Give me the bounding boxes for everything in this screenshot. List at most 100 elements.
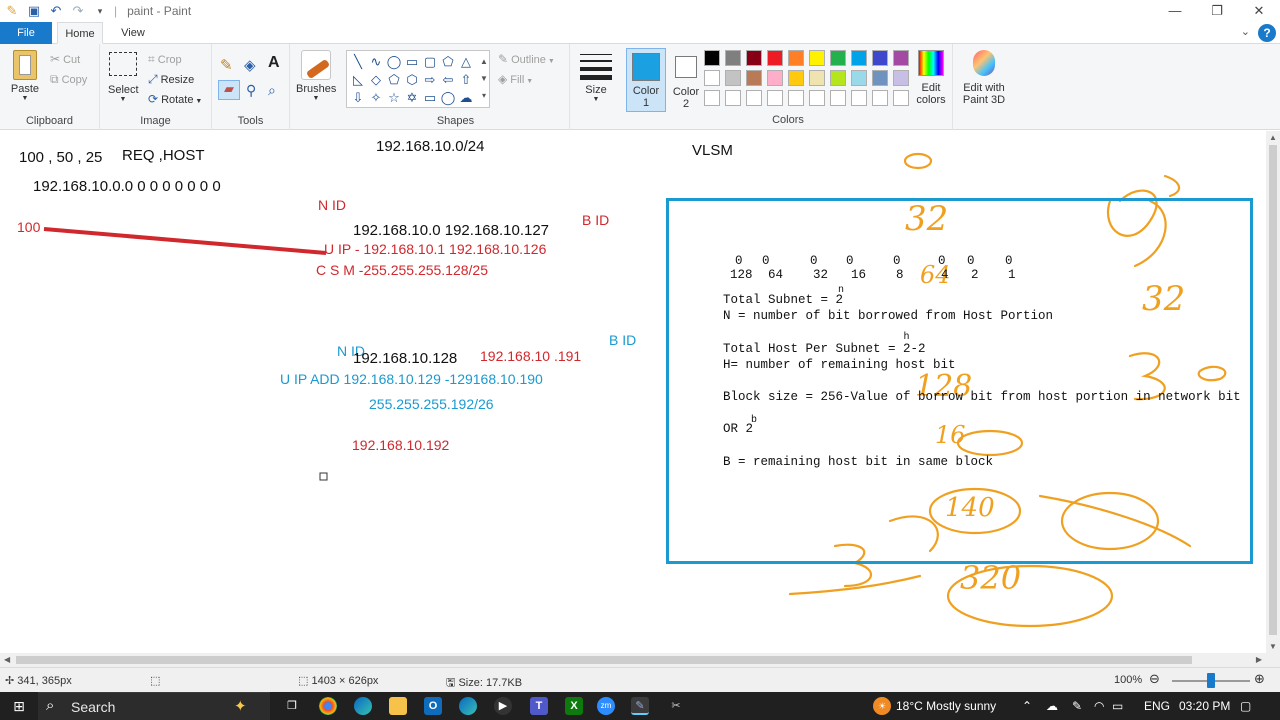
hexagon-shape-icon[interactable]: ⬡	[403, 71, 421, 88]
color-swatch[interactable]	[704, 90, 720, 106]
show-hidden-icons-icon[interactable]: ⌃	[1022, 699, 1032, 713]
color-swatch[interactable]	[830, 70, 846, 86]
color-swatch[interactable]	[725, 50, 741, 66]
resize-button[interactable]: ⤢ Resize	[148, 72, 194, 87]
weather-text[interactable]: 18°C Mostly sunny	[896, 699, 996, 713]
cut-button[interactable]: ✂ Cut	[50, 52, 80, 66]
excel-icon[interactable]: X	[565, 697, 583, 715]
color-swatch[interactable]	[788, 50, 804, 66]
color-swatch[interactable]	[809, 90, 825, 106]
size-button[interactable]: Size ▼	[578, 50, 614, 103]
edit-colors-button[interactable]: Edit colors	[912, 50, 950, 106]
crop-button[interactable]: ⌗ Crop	[148, 52, 182, 67]
color-swatch[interactable]	[767, 70, 783, 86]
rotate-button[interactable]: ⟳ Rotate ▼	[148, 92, 202, 106]
tab-file[interactable]: File	[0, 22, 52, 44]
save-icon[interactable]: ▣	[26, 3, 42, 19]
battery-icon[interactable]: ▭	[1112, 699, 1123, 713]
selection-handle[interactable]	[319, 472, 328, 481]
rectangle-shape-icon[interactable]: ▭	[403, 53, 421, 70]
down-arrow-shape-icon[interactable]: ⇩	[349, 89, 367, 106]
color-swatch[interactable]	[767, 90, 783, 106]
four-point-star-shape-icon[interactable]: ✧	[367, 89, 385, 106]
text-tool-icon[interactable]: A	[268, 54, 280, 72]
polygon-shape-icon[interactable]: ⬠	[439, 53, 457, 70]
fill-button[interactable]: ◈ Fill ▼	[498, 72, 533, 86]
fill-bucket-icon[interactable]: ◈	[244, 56, 256, 74]
magnifier-icon[interactable]: ⌕	[268, 82, 276, 99]
customize-toolbar-icon[interactable]: ▾	[92, 3, 108, 19]
rounded-rectangle-shape-icon[interactable]: ▢	[421, 53, 439, 70]
vertical-scrollbar[interactable]: ▲ ▼	[1266, 131, 1280, 653]
windows-start-icon[interactable]: ⊞	[10, 697, 28, 715]
snipping-tool-icon[interactable]: ✂	[667, 697, 685, 715]
six-point-star-shape-icon[interactable]: ✡	[403, 89, 421, 106]
scroll-left-arrow-icon[interactable]: ◀	[4, 653, 10, 667]
color-swatch[interactable]	[851, 70, 867, 86]
color-swatch[interactable]	[809, 70, 825, 86]
clock-time[interactable]: 03:20 PM	[1179, 699, 1230, 713]
chrome-icon[interactable]	[319, 697, 337, 715]
color-swatch[interactable]	[893, 90, 909, 106]
wifi-icon[interactable]: ◠	[1094, 699, 1104, 713]
color-swatch[interactable]	[767, 50, 783, 66]
color-swatch[interactable]	[893, 50, 909, 66]
curve-shape-icon[interactable]: ∿	[367, 53, 385, 70]
color-swatch[interactable]	[725, 70, 741, 86]
color-swatch[interactable]	[788, 90, 804, 106]
right-arrow-shape-icon[interactable]: ⇨	[421, 71, 439, 88]
tab-view[interactable]: View	[110, 22, 156, 44]
redo-icon[interactable]: ↷	[70, 3, 86, 19]
scroll-right-arrow-icon[interactable]: ▶	[1256, 653, 1262, 667]
notification-icon[interactable]: ▢	[1240, 699, 1251, 713]
maximize-button[interactable]: ❐	[1196, 0, 1238, 22]
line-shape-icon[interactable]: ╲	[349, 53, 367, 70]
left-arrow-shape-icon[interactable]: ⇦	[439, 71, 457, 88]
cloud-icon[interactable]: ☁	[1046, 699, 1058, 713]
chevron-down-icon[interactable]: ⌄	[1241, 25, 1250, 38]
color-swatch[interactable]	[746, 70, 762, 86]
help-icon[interactable]: ?	[1258, 24, 1276, 42]
pentagon-shape-icon[interactable]: ⬠	[385, 71, 403, 88]
color-swatch[interactable]	[746, 90, 762, 106]
media-player-icon[interactable]: ▶	[494, 697, 512, 715]
outlook-icon[interactable]: O	[424, 697, 442, 715]
color-swatch[interactable]	[809, 50, 825, 66]
right-triangle-shape-icon[interactable]: ◺	[349, 71, 367, 88]
diamond-shape-icon[interactable]: ◇	[367, 71, 385, 88]
teams-icon[interactable]: T	[530, 697, 548, 715]
color-swatch[interactable]	[893, 70, 909, 86]
color-swatch[interactable]	[851, 50, 867, 66]
color-swatch[interactable]	[725, 90, 741, 106]
color1-button[interactable]: Color 1	[626, 48, 666, 112]
zoom-in-icon[interactable]: ⊕	[1254, 671, 1265, 687]
close-button[interactable]: ✕	[1238, 0, 1280, 22]
color-swatch[interactable]	[872, 70, 888, 86]
edge-icon[interactable]	[354, 697, 372, 715]
weather-icon[interactable]: ☀	[873, 697, 891, 715]
pencil-icon[interactable]: ✎	[220, 56, 233, 74]
zoom-slider-thumb[interactable]	[1207, 673, 1215, 688]
input-language[interactable]: ENG	[1144, 699, 1170, 713]
color-swatch[interactable]	[788, 70, 804, 86]
tab-home[interactable]: Home	[57, 22, 103, 44]
callout-rect-shape-icon[interactable]: ▭	[421, 89, 439, 106]
zoom-out-icon[interactable]: ⊖	[1149, 671, 1160, 687]
color2-button[interactable]: Color 2	[668, 48, 704, 112]
color-swatch[interactable]	[704, 70, 720, 86]
edit-with-paint3d-button[interactable]: Edit with Paint 3D	[958, 50, 1010, 106]
five-point-star-shape-icon[interactable]: ☆	[385, 89, 403, 106]
color-swatch[interactable]	[704, 50, 720, 66]
color-swatch[interactable]	[830, 50, 846, 66]
shapes-scroll[interactable]: ▲ ▼ ▾	[479, 53, 489, 105]
triangle-shape-icon[interactable]: △	[457, 53, 475, 70]
color-swatch[interactable]	[872, 50, 888, 66]
scroll-up-arrow-icon[interactable]: ▲	[1266, 133, 1280, 142]
brushes-button[interactable]: Brushes ▼	[296, 50, 336, 102]
paste-button[interactable]: Paste ▼	[6, 50, 44, 102]
eraser-icon[interactable]: ▰	[218, 80, 240, 100]
horizontal-scrollbar[interactable]: ◀ ▶	[0, 653, 1266, 667]
color-picker-icon[interactable]: ⚲	[246, 82, 256, 99]
callout-cloud-shape-icon[interactable]: ☁	[457, 89, 475, 106]
color-swatch[interactable]	[851, 90, 867, 106]
